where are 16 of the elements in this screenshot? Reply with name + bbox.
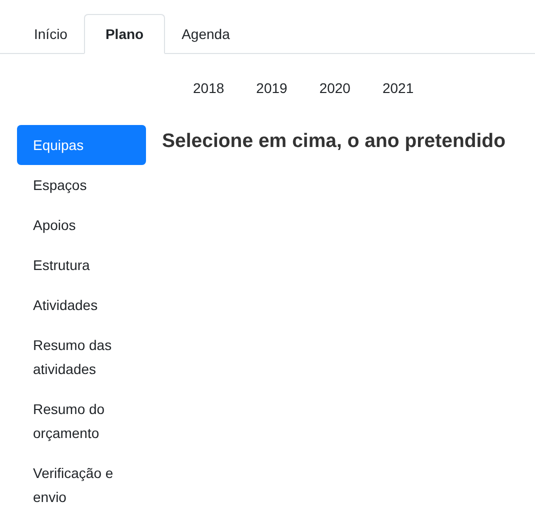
- sidebar-item[interactable]: Apoios: [17, 205, 146, 245]
- tab[interactable]: Agenda: [164, 14, 247, 54]
- heading: Selecione em cima, o ano pretendido: [162, 130, 506, 154]
- year-link[interactable]: 2019: [256, 79, 288, 96]
- sidebar-item[interactable]: Verificação e envio: [17, 453, 146, 514]
- sidebar-item[interactable]: Estrutura: [17, 245, 146, 285]
- sidebar-item[interactable]: Atividades: [17, 285, 146, 325]
- year-link[interactable]: 2020: [319, 79, 350, 96]
- sidebar-item[interactable]: Resumo do orçamento: [17, 389, 146, 453]
- tab[interactable]: Plano: [84, 14, 165, 54]
- year-link[interactable]: 2021: [382, 79, 414, 96]
- year-link[interactable]: 2018: [193, 79, 224, 96]
- sidebar-item[interactable]: Equipas: [17, 125, 146, 165]
- sidebar-item[interactable]: Espaços: [17, 165, 146, 205]
- sidebar-item[interactable]: Resumo das atividades: [17, 325, 146, 389]
- tab[interactable]: Início: [17, 14, 84, 54]
